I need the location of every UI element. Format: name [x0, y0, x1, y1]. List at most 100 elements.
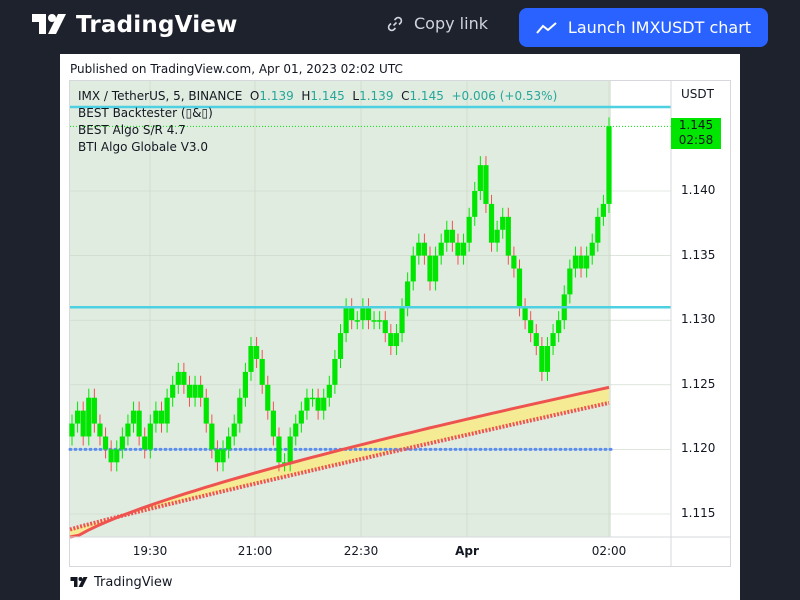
- candle-body: [298, 410, 304, 424]
- candle-body: [483, 165, 489, 204]
- copy-link-button[interactable]: Copy link: [386, 14, 488, 33]
- price-tick-label: 1.140: [681, 183, 716, 197]
- candle-body: [494, 229, 500, 243]
- candle-body: [405, 281, 411, 308]
- candle-body: [438, 242, 444, 256]
- candle-body: [600, 203, 607, 217]
- candle-body: [528, 320, 534, 334]
- candle-body: [259, 358, 265, 385]
- candle-body: [421, 242, 428, 256]
- candle-body: [175, 371, 181, 385]
- candle-body: [80, 410, 86, 437]
- indicator-backtester[interactable]: BEST Backtester (▯&▯): [78, 105, 557, 122]
- candle-body: [399, 307, 405, 334]
- candle-body: [500, 216, 506, 230]
- candle-body: [377, 320, 383, 322]
- chart-snapshot-card: Published on TradingView.com, Apr 01, 20…: [60, 54, 740, 600]
- candle-body: [444, 229, 450, 243]
- candle-body: [516, 268, 523, 308]
- chart-line-icon: [536, 21, 557, 34]
- time-tick-label: 02:00: [591, 544, 627, 558]
- candle-body: [153, 410, 159, 424]
- candle-body: [460, 242, 467, 256]
- candle-body: [192, 384, 198, 398]
- candle-body: [309, 397, 316, 400]
- candle-body: [595, 216, 601, 243]
- candle-body: [276, 436, 282, 463]
- time-tick-label: 22:30: [343, 544, 379, 558]
- price-tick-label: 1.115: [681, 506, 716, 520]
- candle-body: [388, 333, 394, 347]
- tradingview-logo-icon: [32, 14, 66, 34]
- close-value: 1.145: [409, 89, 444, 103]
- ohlc-row: IMX / TetherUS, 5, BINANCE O1.139 H1.145…: [78, 88, 557, 105]
- candle-body: [270, 410, 276, 437]
- candle-body: [181, 371, 187, 385]
- candle-body: [371, 320, 377, 322]
- candle-body: [343, 307, 349, 334]
- footer-branding: TradingView: [70, 575, 173, 590]
- copy-link-label: Copy link: [414, 14, 488, 33]
- candle-body: [544, 346, 551, 372]
- candle-body: [567, 268, 573, 295]
- last-price-badge: 1.145 02:58: [671, 118, 721, 149]
- candle-body: [265, 384, 271, 411]
- candle-body: [432, 255, 439, 282]
- candle-body: [209, 423, 215, 450]
- indicator-algo-globale[interactable]: BTI Algo Globale V3.0: [78, 139, 557, 156]
- candle-body: [522, 307, 528, 321]
- candle-body: [488, 203, 495, 243]
- candle-body: [220, 449, 226, 463]
- candle-body: [410, 255, 416, 282]
- candle-body: [606, 126, 612, 204]
- candle-body: [91, 397, 97, 424]
- candle-body: [505, 216, 511, 256]
- candle-body: [578, 255, 584, 269]
- currency-label: USDT: [681, 87, 714, 101]
- candle-body: [455, 242, 461, 256]
- indicator-algo-sr[interactable]: BEST Algo S/R 4.7: [78, 122, 557, 139]
- candle-body: [416, 242, 422, 256]
- candle-body: [237, 397, 243, 424]
- candle-body: [119, 436, 125, 450]
- candle-body: [114, 449, 120, 463]
- candle-body: [511, 255, 517, 269]
- top-bar: TradingView Copy link Launch IMXUSDT cha…: [0, 0, 800, 54]
- candle-body: [130, 410, 137, 424]
- candle-body: [186, 384, 193, 398]
- candle-body: [315, 397, 321, 411]
- candle-body: [158, 410, 165, 424]
- candle-body: [304, 397, 310, 411]
- candle-body: [147, 423, 153, 450]
- price-tick-label: 1.125: [681, 376, 716, 391]
- candle-body: [449, 229, 455, 243]
- candle-body: [539, 346, 545, 372]
- candle-body: [74, 410, 81, 424]
- price-tick-label: 1.120: [681, 441, 716, 456]
- symbol-label: IMX / TetherUS, 5, BINANCE: [78, 89, 243, 103]
- candle-body: [321, 397, 327, 411]
- candle-body: [360, 307, 366, 321]
- change-value: +0.006 (+0.53%): [451, 89, 558, 103]
- chart-legend: IMX / TetherUS, 5, BINANCE O1.139 H1.145…: [78, 88, 557, 156]
- tradingview-logo[interactable]: TradingView: [32, 12, 238, 38]
- candle-body: [393, 333, 400, 347]
- candle-body: [136, 410, 142, 437]
- price-tick-label: 1.130: [681, 312, 716, 327]
- candle-body: [142, 436, 148, 450]
- candle-body: [231, 423, 237, 437]
- candle-body: [533, 333, 539, 347]
- candle-body: [326, 384, 332, 398]
- candle-body: [365, 307, 372, 321]
- candle-body: [86, 397, 92, 437]
- candle-body: [170, 384, 176, 398]
- open-value: 1.139: [259, 89, 294, 103]
- launch-chart-button[interactable]: Launch IMXUSDT chart: [519, 8, 768, 47]
- candle-body: [97, 423, 103, 437]
- candle-body: [349, 307, 355, 321]
- candle-body: [550, 333, 556, 347]
- time-tick-label: 19:30: [132, 544, 168, 558]
- candle-body: [382, 320, 388, 334]
- candle-body: [102, 436, 109, 450]
- last-price-value: 1.145: [678, 118, 714, 132]
